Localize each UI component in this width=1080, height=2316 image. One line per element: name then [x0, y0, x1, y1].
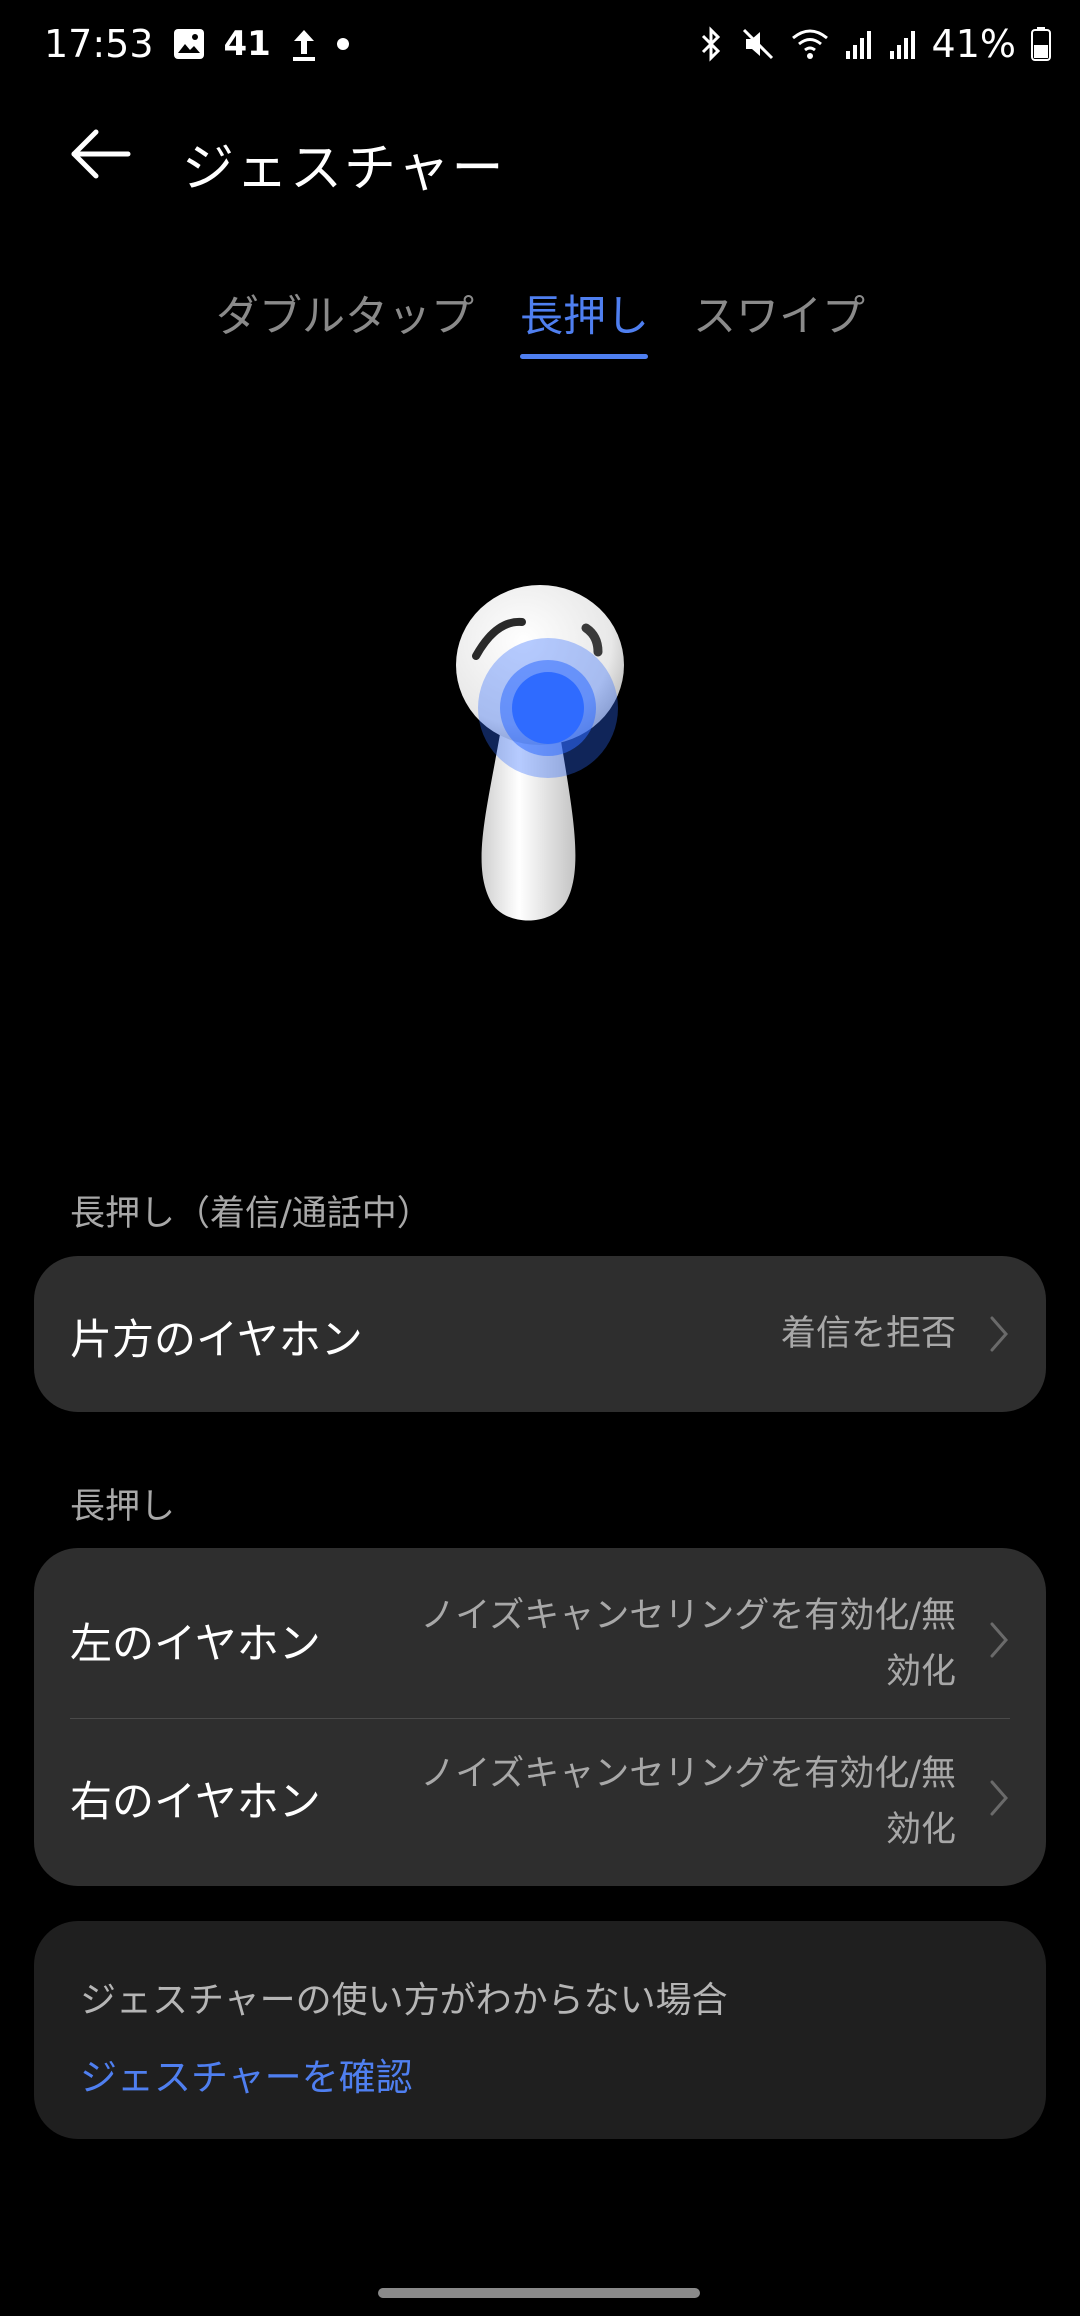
section-label-call: 長押し（着信/通話中） [70, 1194, 432, 1234]
row-value-line1: ノイズキャンセリングを有効化/無 [420, 1596, 956, 1636]
row-title: 片方のイヤホン [70, 1315, 363, 1364]
chevron-right-icon [990, 1780, 1008, 1816]
help-text: ジェスチャーの使い方がわからない場合 [80, 1980, 728, 2021]
battery-icon [1030, 26, 1052, 62]
signal-icon [844, 27, 874, 61]
row-value: ノイズキャンセリングを有効化/無 効化 [420, 1746, 956, 1858]
hold-settings-card: 左のイヤホン ノイズキャンセリングを有効化/無 効化 右のイヤホン ノイズキャン… [34, 1548, 1046, 1886]
status-left: 17:53 41 [44, 22, 349, 66]
app-header: ジェスチャー [0, 110, 1080, 200]
row-single-earbud[interactable]: 片方のイヤホン 着信を拒否 [34, 1256, 1046, 1412]
back-button[interactable] [66, 124, 136, 184]
row-title: 左のイヤホン [70, 1619, 321, 1668]
status-bar: 17:53 41 41% [0, 0, 1080, 96]
row-title: 右のイヤホン [70, 1777, 321, 1826]
tab-indicator [520, 354, 648, 359]
call-settings-card: 片方のイヤホン 着信を拒否 [34, 1256, 1046, 1412]
home-indicator[interactable] [378, 2288, 700, 2298]
wifi-icon [790, 26, 830, 62]
notification-dot-icon [336, 38, 349, 50]
tab-double-tap[interactable]: ダブルタップ [216, 282, 474, 344]
gesture-tabs: ダブルタップ 長押し スワイプ [0, 282, 1080, 362]
gallery-icon [172, 27, 206, 61]
status-right: 41% [696, 22, 1052, 66]
row-value: 着信を拒否 [780, 1314, 956, 1354]
signal-icon-2 [888, 27, 918, 61]
row-value-line2: 効化 [885, 1652, 956, 1692]
row-value-line2: 効化 [885, 1810, 956, 1850]
page-title: ジェスチャー [182, 139, 506, 199]
tab-long-press[interactable]: 長押し [520, 282, 649, 344]
check-gestures-link[interactable]: ジェスチャーを確認 [80, 2047, 413, 2101]
tab-swipe[interactable]: スワイプ [693, 282, 865, 344]
mute-icon [740, 26, 776, 62]
status-time: 17:53 [44, 22, 154, 66]
battery-percent: 41% [931, 22, 1016, 66]
bluetooth-icon [696, 25, 726, 63]
earbud-illustration [456, 585, 624, 921]
row-value-line1: ノイズキャンセリングを有効化/無 [420, 1754, 956, 1794]
help-card: ジェスチャーの使い方がわからない場合 ジェスチャーを確認 [34, 1921, 1046, 2139]
chevron-right-icon [990, 1316, 1008, 1352]
row-value: ノイズキャンセリングを有効化/無 効化 [420, 1588, 956, 1700]
back-arrow-icon [71, 129, 131, 179]
upload-icon [289, 26, 319, 62]
chevron-right-icon [990, 1622, 1008, 1658]
row-right-earbud[interactable]: 右のイヤホン ノイズキャンセリングを有効化/無 効化 [34, 1718, 1046, 1886]
section-label-hold: 長押し [70, 1487, 176, 1527]
row-left-earbud[interactable]: 左のイヤホン ノイズキャンセリングを有効化/無 効化 [34, 1548, 1046, 1718]
notification-count: 41 [223, 24, 271, 64]
